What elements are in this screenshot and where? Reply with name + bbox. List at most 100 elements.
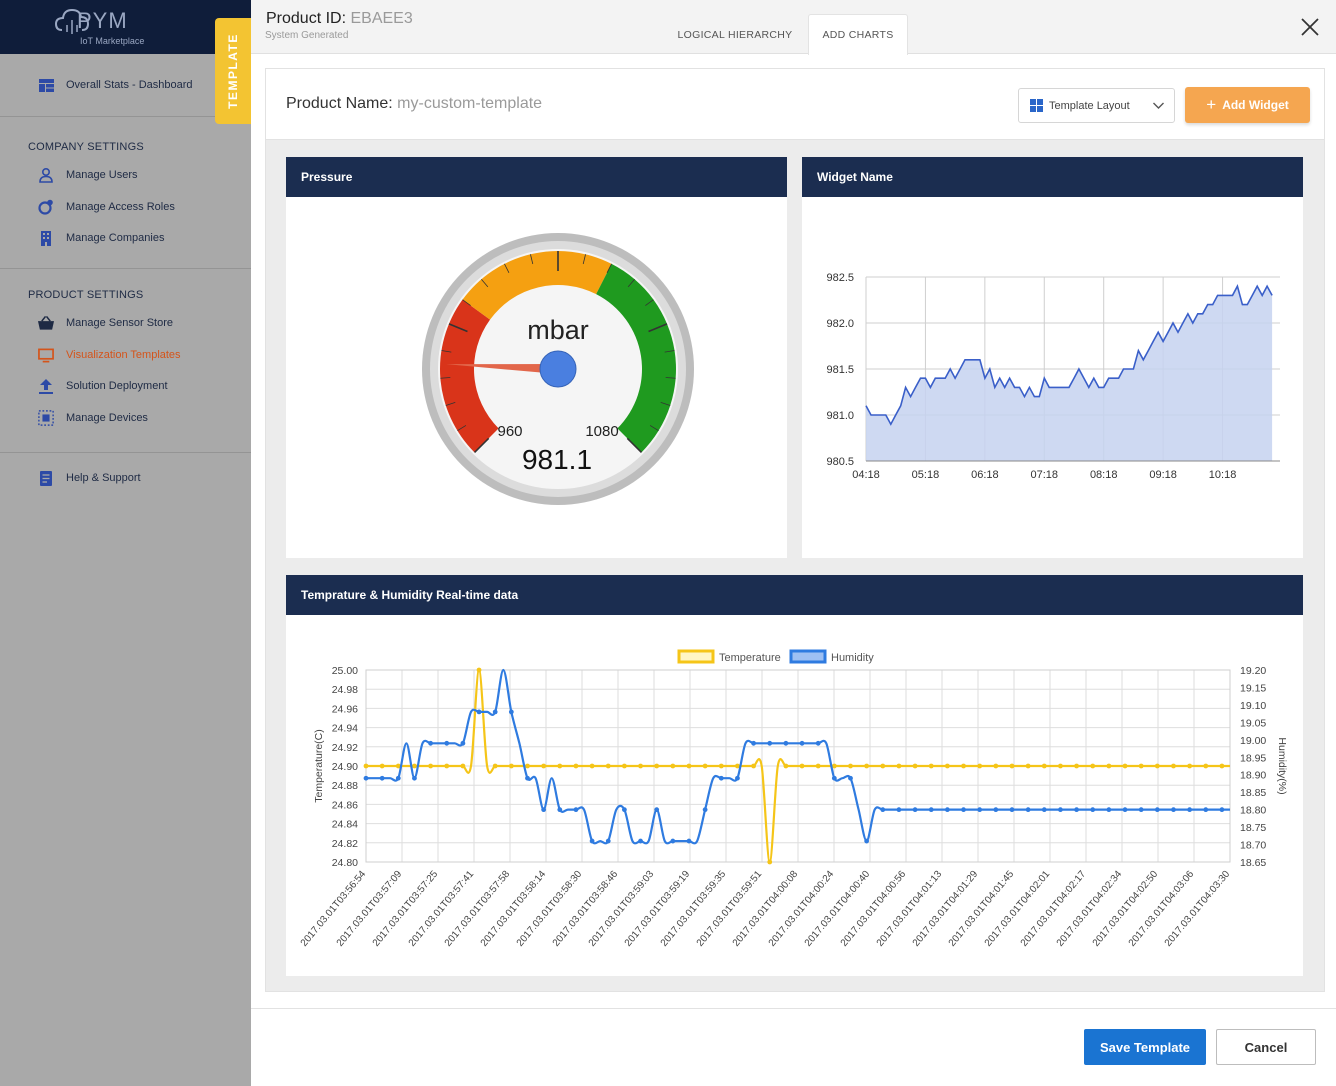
x-tick-label: 2017.03.01T04:01:29 — [911, 869, 981, 949]
layout-grid-icon — [1030, 99, 1043, 112]
temperature-point — [1106, 763, 1112, 769]
x-tick-label: 07:18 — [1031, 469, 1059, 481]
x-tick-label: 05:18 — [912, 469, 940, 481]
template-layout-select[interactable]: Template Layout — [1018, 88, 1175, 123]
temperature-point — [476, 667, 482, 673]
temperature-point — [1203, 763, 1209, 769]
temperature-point — [848, 763, 853, 769]
y-tick-label: 24.84 — [332, 819, 358, 831]
humidity-point — [977, 807, 983, 813]
temperature-humidity-widget[interactable]: Temprature & Humidity Real-time data 24.… — [286, 575, 1303, 976]
humidity-point — [395, 775, 401, 781]
tab-logical-hierarchy[interactable]: LOGICAL HIERARCHY — [671, 14, 799, 55]
y-axis-title: Temperature(C) — [313, 729, 325, 803]
temperature-point — [767, 859, 773, 865]
temperature-point — [864, 763, 870, 769]
product-settings-heading: PRODUCT SETTINGS — [28, 289, 144, 301]
humidity-point — [751, 740, 756, 746]
y-tick-label: 980.5 — [826, 456, 854, 468]
temperature-point — [492, 763, 498, 769]
humidity-point — [525, 775, 530, 781]
y-tick-label: 981.0 — [826, 410, 854, 422]
humidity-point — [1025, 807, 1031, 813]
widget-name-chart-widget[interactable]: Widget Name 980.5 981.0 981.5 982.0 982.5 04:… — [802, 157, 1303, 558]
close-icon[interactable] — [1299, 16, 1321, 38]
company-logo[interactable]: PYM IoT Marketplace — [54, 4, 174, 48]
temperature-point — [1058, 763, 1063, 769]
x-tick-label: 2017.03.01T03:59:35 — [659, 869, 729, 949]
temperature-point — [1171, 763, 1176, 769]
sidebar-item-manage-companies[interactable]: Manage Companies — [38, 230, 164, 246]
y-tick-label: 981.5 — [826, 364, 854, 376]
legend-label-humidity: Humidity — [831, 652, 874, 664]
temperature-point — [605, 763, 611, 769]
x-tick-label: 04:18 — [852, 469, 880, 481]
template-tab-label: TEMPLATE — [226, 33, 240, 109]
gauge-max-label: 1080 — [585, 423, 618, 440]
temperature-point — [379, 763, 385, 769]
temperature-point — [718, 763, 724, 769]
sidebar-item-label: Help & Support — [66, 472, 141, 484]
sidebar-item-label: Manage Companies — [66, 232, 165, 244]
humidity-point — [896, 807, 902, 813]
y-tick-label: 24.98 — [332, 684, 358, 696]
y-tick-label: 25.00 — [332, 665, 358, 677]
add-widget-button[interactable]: + Add Widget — [1185, 87, 1310, 123]
humidity-point — [686, 838, 692, 844]
humidity-point — [460, 740, 466, 746]
temperature-humidity-chart: 24.80 24.82 24.84 24.86 24.88 24.90 24.92 24.94… — [299, 649, 1288, 949]
help-document-icon — [38, 470, 54, 486]
temperature-point — [961, 763, 966, 769]
humidity-point — [880, 807, 886, 813]
temperature-point — [944, 763, 950, 769]
temperature-point — [977, 763, 983, 769]
humidity-point — [928, 807, 934, 813]
temperature-point — [880, 763, 886, 769]
temperature-point — [896, 763, 902, 769]
temperature-point — [1090, 763, 1096, 769]
temperature-point — [993, 763, 999, 769]
temperature-point — [460, 763, 466, 769]
template-layout-label: Template Layout — [1049, 99, 1130, 112]
humidity-point — [670, 838, 676, 844]
sidebar-item-dashboard[interactable]: Overall Stats - Dashboard — [38, 77, 193, 93]
tab-add-charts[interactable]: ADD CHARTS — [808, 14, 908, 55]
temperature-point — [525, 763, 530, 769]
template-side-tab[interactable]: TEMPLATE — [215, 18, 251, 124]
temperature-point — [912, 763, 918, 769]
sidebar-item-label: Manage Access Roles — [66, 201, 175, 213]
y2-tick-label: 19.05 — [1240, 717, 1266, 729]
sidebar-item-manage-access-roles[interactable]: Manage Access Roles — [38, 199, 175, 215]
humidity-point — [508, 709, 514, 715]
y2-tick-label: 18.65 — [1240, 857, 1266, 869]
sidebar-item-manage-sensor-store[interactable]: Manage Sensor Store — [38, 315, 173, 331]
sidebar-item-solution-deployment[interactable]: Solution Deployment — [38, 378, 168, 394]
cancel-button[interactable]: Cancel — [1216, 1029, 1316, 1065]
sidebar-item-manage-devices[interactable]: Manage Devices — [38, 410, 148, 426]
x-tick-label: 2017.03.01T04:00:56 — [839, 869, 909, 949]
humidity-point — [1187, 807, 1193, 813]
humidity-point — [557, 807, 563, 813]
humidity-point — [1138, 807, 1144, 813]
sidebar-item-help-support[interactable]: Help & Support — [38, 470, 141, 486]
x-tick-label: 2017.03.01T03:59:19 — [623, 869, 693, 949]
gauge-hub — [539, 350, 577, 388]
save-template-button[interactable]: Save Template — [1084, 1029, 1206, 1065]
x-tick-label: 2017.03.01T03:58:30 — [515, 869, 585, 949]
sidebar: PYM IoT Marketplace Overall Stats - Dash… — [0, 0, 251, 1086]
gauge-min-label: 960 — [497, 423, 522, 440]
sidebar-item-visualization-templates[interactable]: Visualization Templates — [38, 347, 181, 363]
temperature-point — [686, 763, 692, 769]
humidity-point — [605, 838, 611, 844]
humidity-point — [993, 807, 999, 813]
y2-tick-label: 18.70 — [1240, 840, 1266, 852]
panel-header: Product ID: EBAEE3 System Generated LOGI… — [251, 0, 1336, 55]
temperature-point — [1122, 763, 1128, 769]
temperature-point — [638, 763, 643, 769]
y2-tick-label: 19.10 — [1240, 700, 1266, 712]
sidebar-item-manage-users[interactable]: Manage Users — [38, 167, 138, 183]
temperature-point — [1025, 763, 1031, 769]
x-tick-label: 2017.03.01T03:56:54 — [299, 869, 369, 949]
pressure-gauge-widget[interactable]: Pressure mbar 960 1080 981.1 — [286, 157, 787, 558]
x-tick-label: 2017.03.01T03:58:14 — [479, 869, 549, 949]
